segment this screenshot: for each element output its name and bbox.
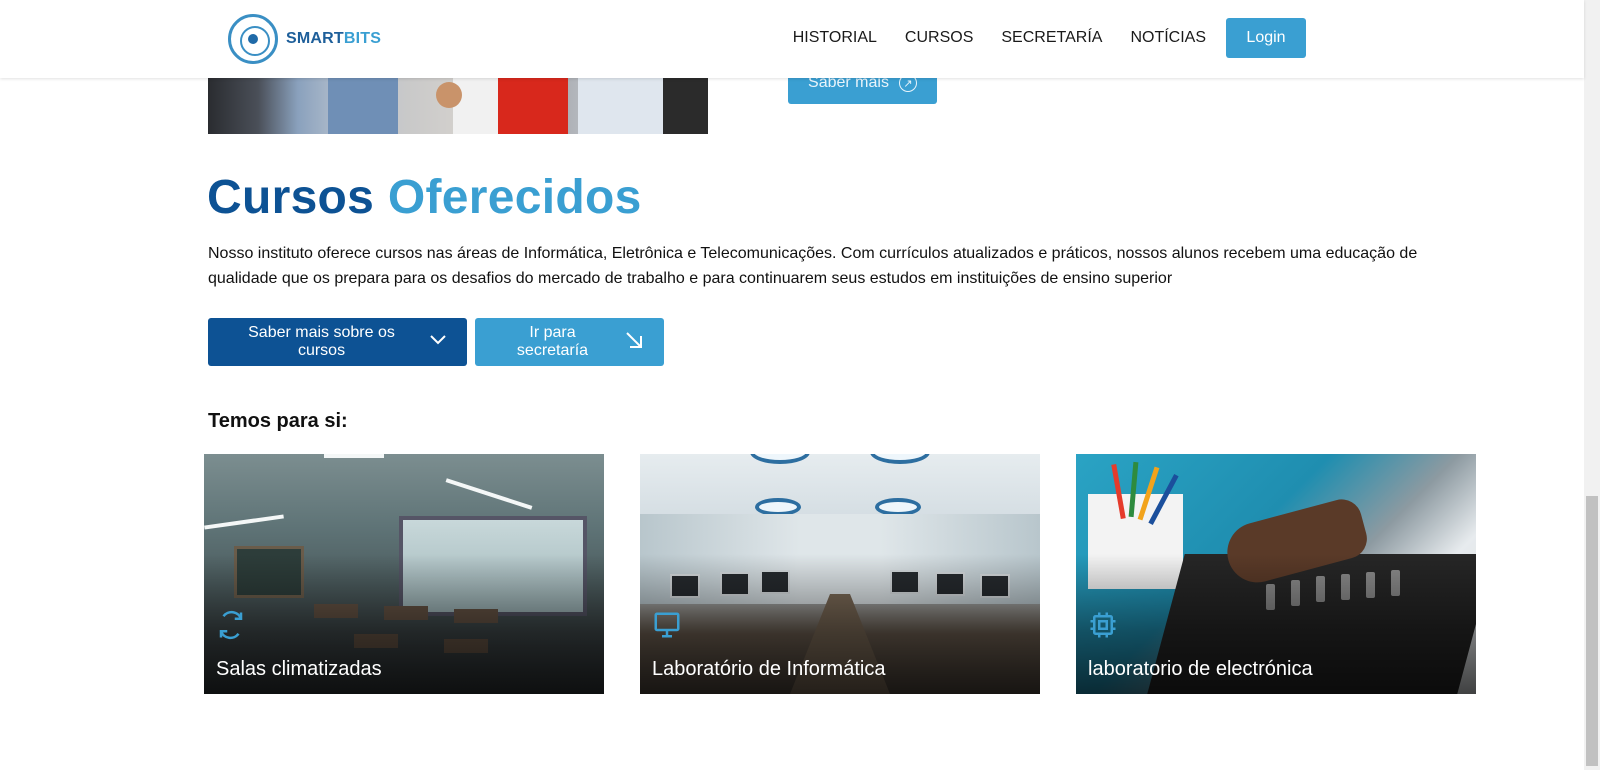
nav-item-historial[interactable]: HISTORIAL [793, 29, 877, 47]
courses-more-label: Saber mais sobre os cursos [248, 324, 395, 359]
main-nav: HISTORIAL CURSOS SECRETARÍA NOTÍCIAS Log… [793, 18, 1306, 58]
logo-text-part1: SMART [286, 30, 344, 47]
courses-title-part2: Oferecidos [387, 171, 642, 224]
login-button[interactable]: Login [1226, 18, 1306, 58]
chevron-down-icon [429, 333, 447, 351]
scrollbar-thumb[interactable] [1586, 496, 1598, 766]
courses-more-button[interactable]: Saber mais sobre os cursos [208, 318, 467, 366]
feature-card-label: laboratorio de electrónica [1088, 658, 1313, 680]
courses-title-part1: Cursos [207, 171, 375, 224]
features-cards: Salas climatizadas Laboratório de Inform… [204, 454, 1476, 694]
logo-mark-icon [228, 14, 278, 64]
refresh-icon [216, 610, 246, 640]
logo-text-part2: BITS [343, 30, 382, 47]
page: Saber mais ↗ SMARTBITS HISTORIAL CURSOS … [0, 0, 1600, 770]
features-heading: Temos para si: [208, 410, 348, 432]
nav-item-secretaria[interactable]: SECRETARÍA [1001, 29, 1102, 47]
nav-item-cursos[interactable]: CURSOS [905, 29, 973, 47]
courses-title: Cursos Oferecidos [207, 170, 642, 225]
courses-description: Nosso instituto oferece cursos nas áreas… [208, 245, 1418, 287]
feature-card-label: Salas climatizadas [216, 658, 382, 680]
monitor-icon [652, 610, 682, 640]
cpu-icon [1088, 610, 1118, 640]
site-header: SMARTBITS HISTORIAL CURSOS SECRETARÍA NO… [0, 0, 1584, 78]
page-scrollbar[interactable] [1584, 0, 1600, 770]
logo[interactable]: SMARTBITS [228, 14, 381, 64]
feature-card-informatica[interactable]: Laboratório de Informática [640, 454, 1040, 694]
feature-card-label: Laboratório de Informática [652, 658, 886, 680]
secretaria-label: Ir para secretaría [516, 324, 589, 359]
feature-card-electronica[interactable]: laboratorio de electrónica [1076, 454, 1476, 694]
logo-text: SMARTBITS [286, 30, 381, 48]
nav-item-noticias[interactable]: NOTÍCIAS [1130, 29, 1206, 47]
secretaria-button[interactable]: Ir para secretaría [475, 318, 664, 366]
courses-actions: Saber mais sobre os cursos Ir para secre… [208, 318, 664, 366]
feature-card-salas[interactable]: Salas climatizadas [204, 454, 604, 694]
arrow-down-right-icon [624, 330, 644, 355]
